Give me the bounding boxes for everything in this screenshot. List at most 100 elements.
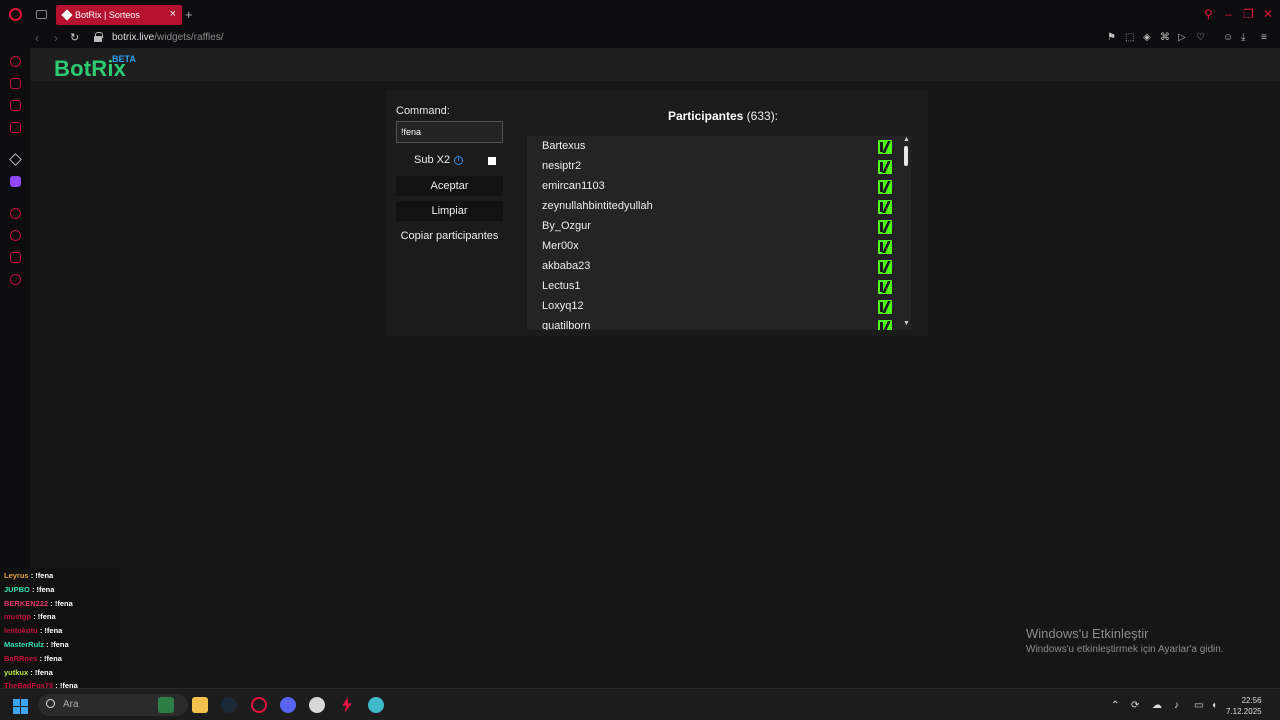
browser-tab-active[interactable]: BotRix | Sorteos ×: [56, 5, 182, 25]
chat-message: BERKEN222 : !fena: [4, 599, 73, 608]
discord-icon[interactable]: [280, 697, 296, 713]
chat-text: : !fena: [33, 612, 56, 622]
sidebar-news-icon[interactable]: [10, 122, 21, 133]
sub-x2-label: Sub X2: [414, 154, 451, 166]
opera-menu-icon[interactable]: [9, 8, 22, 21]
chat-message: yutkux : !fena: [4, 668, 53, 677]
kick-icon: [878, 200, 892, 214]
network-icon[interactable]: ▭: [1194, 700, 1203, 711]
file-explorer-icon[interactable]: [192, 697, 208, 713]
chat-username: yutkux: [4, 667, 29, 677]
sidebar-settings-icon[interactable]: [10, 274, 21, 285]
sync-icon[interactable]: ⟳: [1131, 700, 1139, 711]
accept-button[interactable]: Aceptar: [396, 176, 503, 196]
clock-date: 7.12.2025: [1226, 707, 1262, 716]
chat-username: BERKEN222: [4, 598, 49, 608]
lock-icon[interactable]: [94, 32, 103, 42]
close-window-icon[interactable]: ✕: [1263, 7, 1273, 21]
sidebar-kick-icon[interactable]: [9, 153, 22, 166]
menu-icon[interactable]: ≡: [1261, 32, 1267, 43]
chat-text: : !fena: [46, 640, 69, 649]
participant-name: zeynullahbintitedyullah: [542, 200, 653, 212]
globe-app-icon[interactable]: [368, 697, 384, 713]
sidebar-player-icon[interactable]: [10, 208, 21, 219]
new-tab-button[interactable]: +: [185, 7, 193, 22]
sidebar-extensions-icon[interactable]: [10, 252, 21, 263]
chat-message: JUPBO : !fena: [4, 585, 54, 594]
flash-app-icon[interactable]: [342, 697, 352, 713]
bookmark-icon[interactable]: ⚑: [1107, 32, 1116, 43]
profile-icon[interactable]: ☺: [1223, 32, 1233, 43]
onedrive-icon[interactable]: ☁: [1152, 700, 1162, 711]
chat-username: JUPBO: [4, 584, 30, 594]
chat-username: BaRRnes: [4, 653, 38, 663]
clear-button[interactable]: Limpiar: [396, 201, 503, 221]
snapshot-icon[interactable]: ⬚: [1125, 32, 1134, 43]
reload-icon[interactable]: ↻: [70, 31, 79, 44]
restore-icon[interactable]: ❐: [1243, 7, 1254, 21]
microphone-icon[interactable]: ♪: [1174, 700, 1179, 711]
copy-participants-button[interactable]: Copiar participantes: [396, 226, 503, 246]
chat-username: mustgp: [4, 612, 32, 622]
participants-count: (633):: [746, 109, 779, 123]
participant-name: akbaba23: [542, 260, 591, 272]
botrix-favicon-icon: [61, 9, 73, 21]
kick-icon: [878, 240, 892, 254]
chat-username: MasterRulz: [4, 640, 45, 649]
participant-name: Mer00x: [542, 240, 579, 252]
participant-name: emircan1103: [542, 180, 605, 192]
sidebar-aria-icon[interactable]: [10, 56, 21, 67]
chat-text: : !fena: [50, 598, 73, 608]
sidebar-history-icon[interactable]: [10, 230, 21, 241]
participant-row: By_Ozgur: [527, 217, 897, 237]
player-icon[interactable]: ▷: [1178, 32, 1186, 43]
sidebar-messenger-icon[interactable]: [10, 100, 21, 111]
sidebar-twitch-icon[interactable]: [10, 176, 21, 187]
participant-row: Bartexus: [527, 137, 897, 157]
forward-icon[interactable]: ›: [54, 31, 58, 45]
kick-icon: [878, 260, 892, 274]
chat-text: : !fena: [39, 653, 62, 663]
download-icon[interactable]: ⤓: [1241, 32, 1245, 43]
info-icon[interactable]: i: [454, 156, 463, 165]
tab-search-icon[interactable]: ⚲: [1204, 7, 1213, 21]
participant-row: quatilborn: [527, 317, 897, 330]
steam-icon[interactable]: [221, 697, 237, 713]
sidebar-shopping-icon[interactable]: [10, 78, 21, 89]
tab-close-icon[interactable]: ×: [170, 8, 176, 20]
obs-icon[interactable]: [309, 697, 325, 713]
participant-row: nesiptr2: [527, 157, 897, 177]
chat-message: lentokotu : !fena: [4, 626, 62, 635]
tab-manager-icon[interactable]: [36, 10, 47, 19]
raffle-panel: Command: Sub X2 i Aceptar Limpiar Copiar…: [386, 90, 928, 336]
sub-x2-checkbox[interactable]: [488, 157, 496, 165]
address-bar: ‹ › ↻ botrix.live/widgets/raffles/ ⚑ ⬚ ◈…: [0, 28, 1280, 48]
minimize-icon[interactable]: –: [1225, 7, 1232, 21]
system-clock[interactable]: 22:56 7.12.2025: [1226, 695, 1262, 717]
site-header: BotRix BETA: [30, 48, 1280, 81]
windows-taskbar: Ara ⌃ ⟳ ☁ ♪ ▭ ◖ 22:56 7.12.2025: [0, 688, 1280, 720]
participants-scrollbar[interactable]: ▲ ▼: [902, 136, 911, 330]
start-button[interactable]: [13, 699, 28, 714]
scroll-down-icon[interactable]: ▼: [903, 320, 910, 327]
scroll-thumb[interactable]: [904, 146, 908, 166]
command-input[interactable]: [396, 121, 503, 143]
kick-icon: [878, 140, 892, 154]
kick-icon: [878, 180, 892, 194]
windows-activation-watermark: Windows'u Etkinleştir Windows'u etkinleş…: [1026, 626, 1224, 655]
participant-row: Lectus1: [527, 277, 897, 297]
volume-icon[interactable]: ◖: [1211, 700, 1217, 711]
url-field[interactable]: botrix.live/widgets/raffles/: [112, 32, 224, 43]
participants-list[interactable]: Bartexus nesiptr2 emircan1103 zeynullahbint…: [527, 136, 911, 330]
search-placeholder: Ara: [63, 699, 79, 710]
translate-icon[interactable]: ⌘: [1160, 32, 1170, 43]
heart-icon[interactable]: ♡: [1196, 32, 1205, 43]
vpn-icon[interactable]: ◈: [1143, 32, 1151, 43]
browser-tab-bar: BotRix | Sorteos × + ⚲ – ❐ ✕: [0, 0, 1280, 28]
scroll-up-icon[interactable]: ▲: [903, 136, 910, 143]
tray-chevron-icon[interactable]: ⌃: [1111, 700, 1119, 711]
widgets-icon[interactable]: [158, 697, 174, 713]
back-icon[interactable]: ‹: [35, 31, 39, 45]
participant-row: akbaba23: [527, 257, 897, 277]
opera-taskbar-icon[interactable]: [251, 697, 267, 713]
